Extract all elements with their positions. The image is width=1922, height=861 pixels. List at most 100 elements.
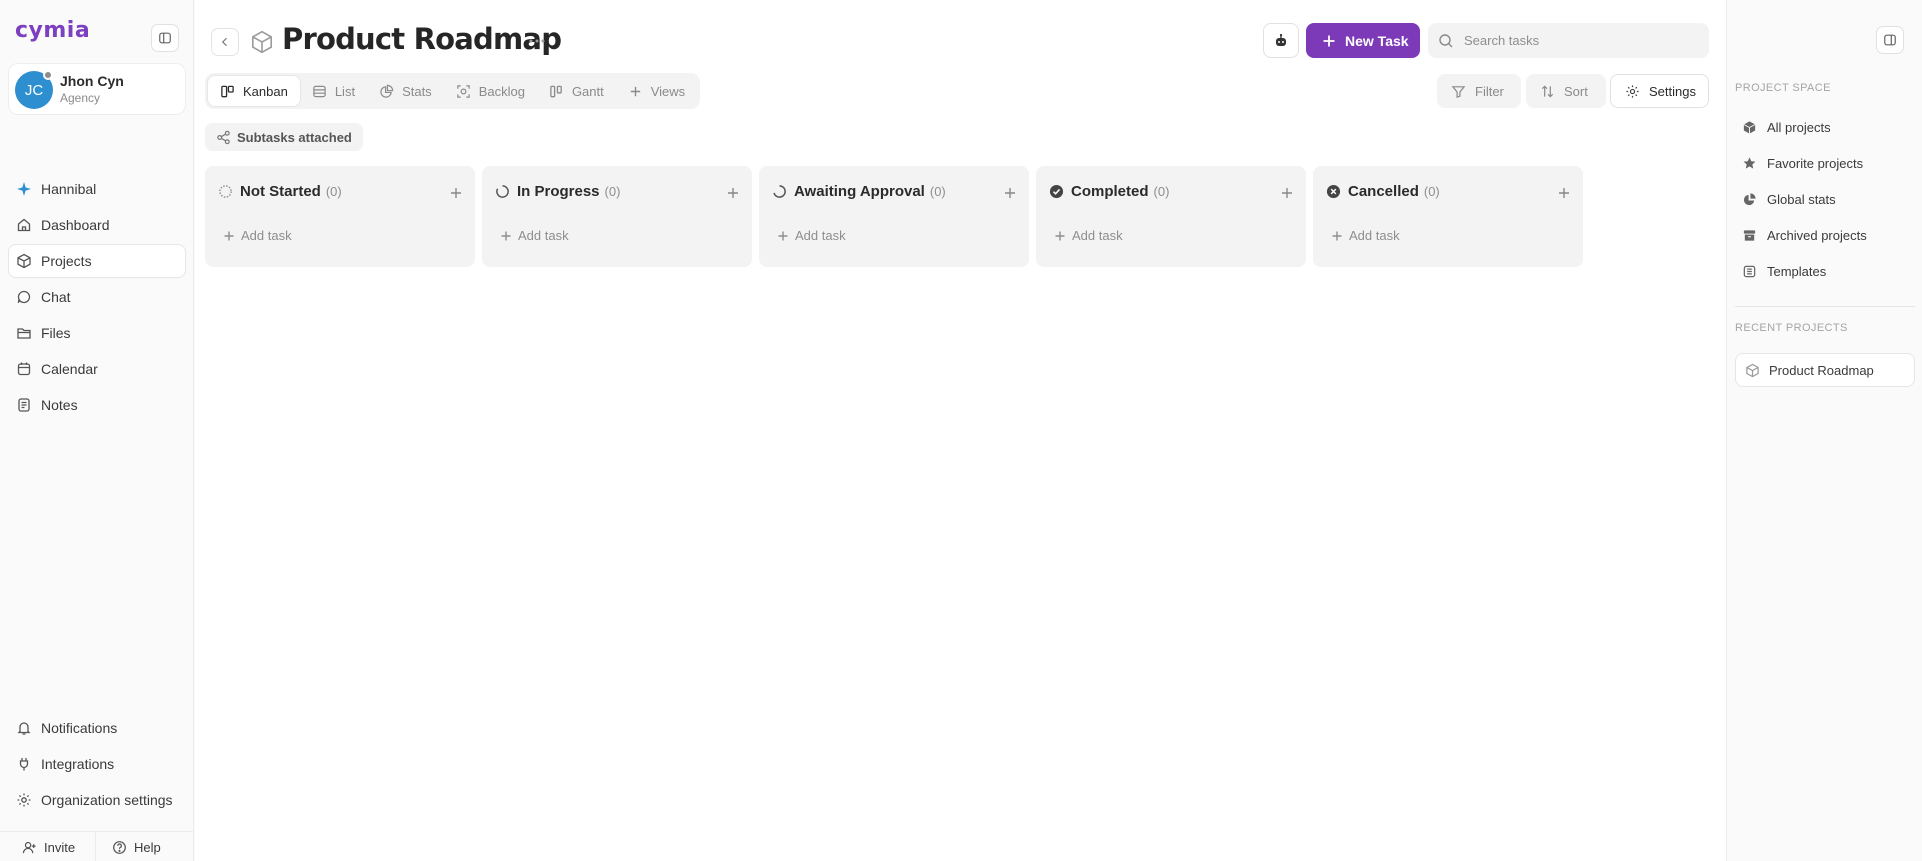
sidebar-item-dashboard[interactable]: Dashboard — [8, 208, 186, 242]
add-task-button[interactable]: Add task — [223, 228, 292, 243]
sidebar-item-notifications[interactable]: Notifications — [8, 711, 186, 745]
notes-icon — [18, 398, 30, 412]
column-count: (0) — [929, 184, 946, 199]
x-circle-icon — [1326, 184, 1341, 199]
tab-kanban[interactable]: Kanban — [208, 76, 300, 106]
filter-label: Filter — [1475, 83, 1504, 99]
tab-label: List — [334, 83, 356, 99]
settings-button[interactable]: Settings — [1610, 74, 1709, 108]
tab-label: Stats — [402, 83, 432, 99]
sidebar-item-label: Calendar — [41, 361, 98, 377]
sidebar-item-integrations[interactable]: Integrations — [8, 747, 186, 781]
tab-list[interactable]: List — [300, 76, 367, 106]
filter-icon — [1451, 85, 1466, 98]
add-user-icon — [22, 841, 36, 853]
sidebar-item-label: Notifications — [41, 720, 118, 736]
right-sidebar: PROJECT SPACE All projects Favorite proj… — [1726, 0, 1922, 861]
gear-icon — [1626, 84, 1639, 98]
sidebar-item-calendar[interactable]: Calendar — [8, 352, 186, 386]
chip-label: Subtasks attached — [237, 129, 352, 145]
rs-item-favorite-projects[interactable]: Favorite projects — [1735, 146, 1915, 180]
column-header: Awaiting Approval (0) — [772, 183, 946, 200]
view-tabs: Kanban List Stats Backlog Gantt Views — [205, 73, 701, 109]
left-sidebar: cymia JC Jhon Cyn Agency Hannibal Dashbo… — [0, 0, 194, 861]
add-column-task-icon[interactable] — [726, 186, 740, 200]
column-title: Awaiting Approval — [794, 183, 925, 200]
search-input[interactable] — [1464, 33, 1694, 48]
rs-item-label: Archived projects — [1767, 227, 1867, 243]
add-task-button[interactable]: Add task — [1331, 228, 1400, 243]
sidebar-item-label: Integrations — [41, 756, 115, 772]
sidebar-item-organization-settings[interactable]: Organization settings — [8, 783, 186, 817]
search-icon — [1439, 33, 1453, 47]
column-count: (0) — [325, 184, 342, 199]
column-title: Completed — [1071, 183, 1149, 200]
add-column-task-icon[interactable] — [449, 186, 463, 200]
tab-gantt[interactable]: Gantt — [537, 76, 616, 106]
invite-button[interactable]: Invite — [0, 832, 96, 861]
add-task-button[interactable]: Add task — [500, 228, 569, 243]
back-button[interactable] — [211, 28, 239, 56]
add-task-button[interactable]: Add task — [777, 228, 846, 243]
plus-icon — [630, 86, 640, 96]
status-indicator — [43, 70, 53, 80]
tab-label: Gantt — [571, 83, 604, 99]
backlog-icon — [456, 84, 470, 98]
column-awaiting-approval: Awaiting Approval (0) Add task — [759, 166, 1029, 267]
main-content: Product Roadmap New Task Kanban List Sta… — [195, 0, 1726, 861]
add-task-label: Add task — [795, 228, 846, 243]
project-space-nav: All projects Favorite projects Global st… — [1735, 110, 1915, 290]
user-card[interactable]: JC Jhon Cyn Agency — [8, 63, 186, 115]
sidebar-item-projects[interactable]: Projects — [8, 244, 186, 278]
home-icon — [17, 218, 31, 232]
kanban-board: Not Started (0) Add task In Progress (0)… — [205, 166, 1590, 267]
in-progress-status-icon — [496, 185, 509, 198]
sort-icon — [1541, 84, 1554, 98]
plus-icon — [1055, 231, 1065, 240]
app-logo[interactable]: cymia — [15, 18, 90, 43]
add-task-label: Add task — [1349, 228, 1400, 243]
rs-item-archived-projects[interactable]: Archived projects — [1735, 218, 1915, 252]
add-task-button[interactable]: Add task — [1054, 228, 1123, 243]
new-task-button[interactable]: New Task — [1306, 23, 1420, 58]
gear-icon — [17, 793, 31, 807]
add-column-task-icon[interactable] — [1003, 186, 1017, 200]
column-cancelled: Cancelled (0) Add task — [1313, 166, 1583, 267]
gantt-icon — [550, 85, 562, 97]
sidebar-item-hannibal[interactable]: Hannibal — [8, 172, 186, 206]
sidebar-item-chat[interactable]: Chat — [8, 280, 186, 314]
rs-item-global-stats[interactable]: Global stats — [1735, 182, 1915, 216]
collapse-right-panel-button[interactable] — [1876, 26, 1904, 54]
sidebar-item-files[interactable]: Files — [8, 316, 186, 350]
tab-stats[interactable]: Stats — [367, 76, 444, 106]
ai-assistant-button[interactable] — [1263, 23, 1299, 58]
column-not-started: Not Started (0) Add task — [205, 166, 475, 267]
star-icon — [1743, 156, 1756, 169]
help-button[interactable]: Help — [96, 832, 161, 861]
add-column-task-icon[interactable] — [1557, 186, 1571, 200]
column-title: Not Started — [240, 183, 321, 200]
awaiting-status-icon — [773, 185, 786, 198]
more-options-icon[interactable] — [527, 33, 547, 49]
sidebar-item-label: Hannibal — [41, 181, 97, 197]
rs-item-templates[interactable]: Templates — [1735, 254, 1915, 288]
sidebar-item-label: Chat — [41, 289, 71, 305]
tab-label: Kanban — [243, 83, 288, 99]
section-label-recent-projects: RECENT PROJECTS — [1735, 322, 1848, 334]
rs-item-label: Global stats — [1767, 191, 1836, 207]
sort-button[interactable]: Sort — [1526, 74, 1606, 108]
chevron-left-icon — [221, 37, 227, 47]
collapse-sidebar-button[interactable] — [151, 24, 179, 52]
subtasks-chip[interactable]: Subtasks attached — [205, 123, 363, 151]
add-column-task-icon[interactable] — [1280, 186, 1294, 200]
rs-item-label: Templates — [1767, 263, 1827, 279]
recent-project-item[interactable]: Product Roadmap — [1735, 353, 1915, 387]
plus-icon — [501, 231, 511, 240]
tab-views[interactable]: Views — [616, 76, 697, 106]
check-circle-icon — [1049, 184, 1064, 199]
sidebar-item-notes[interactable]: Notes — [8, 388, 186, 422]
tab-backlog[interactable]: Backlog — [444, 76, 537, 106]
filter-button[interactable]: Filter — [1437, 74, 1521, 108]
rs-item-all-projects[interactable]: All projects — [1735, 110, 1915, 144]
column-title: Cancelled — [1348, 183, 1419, 200]
